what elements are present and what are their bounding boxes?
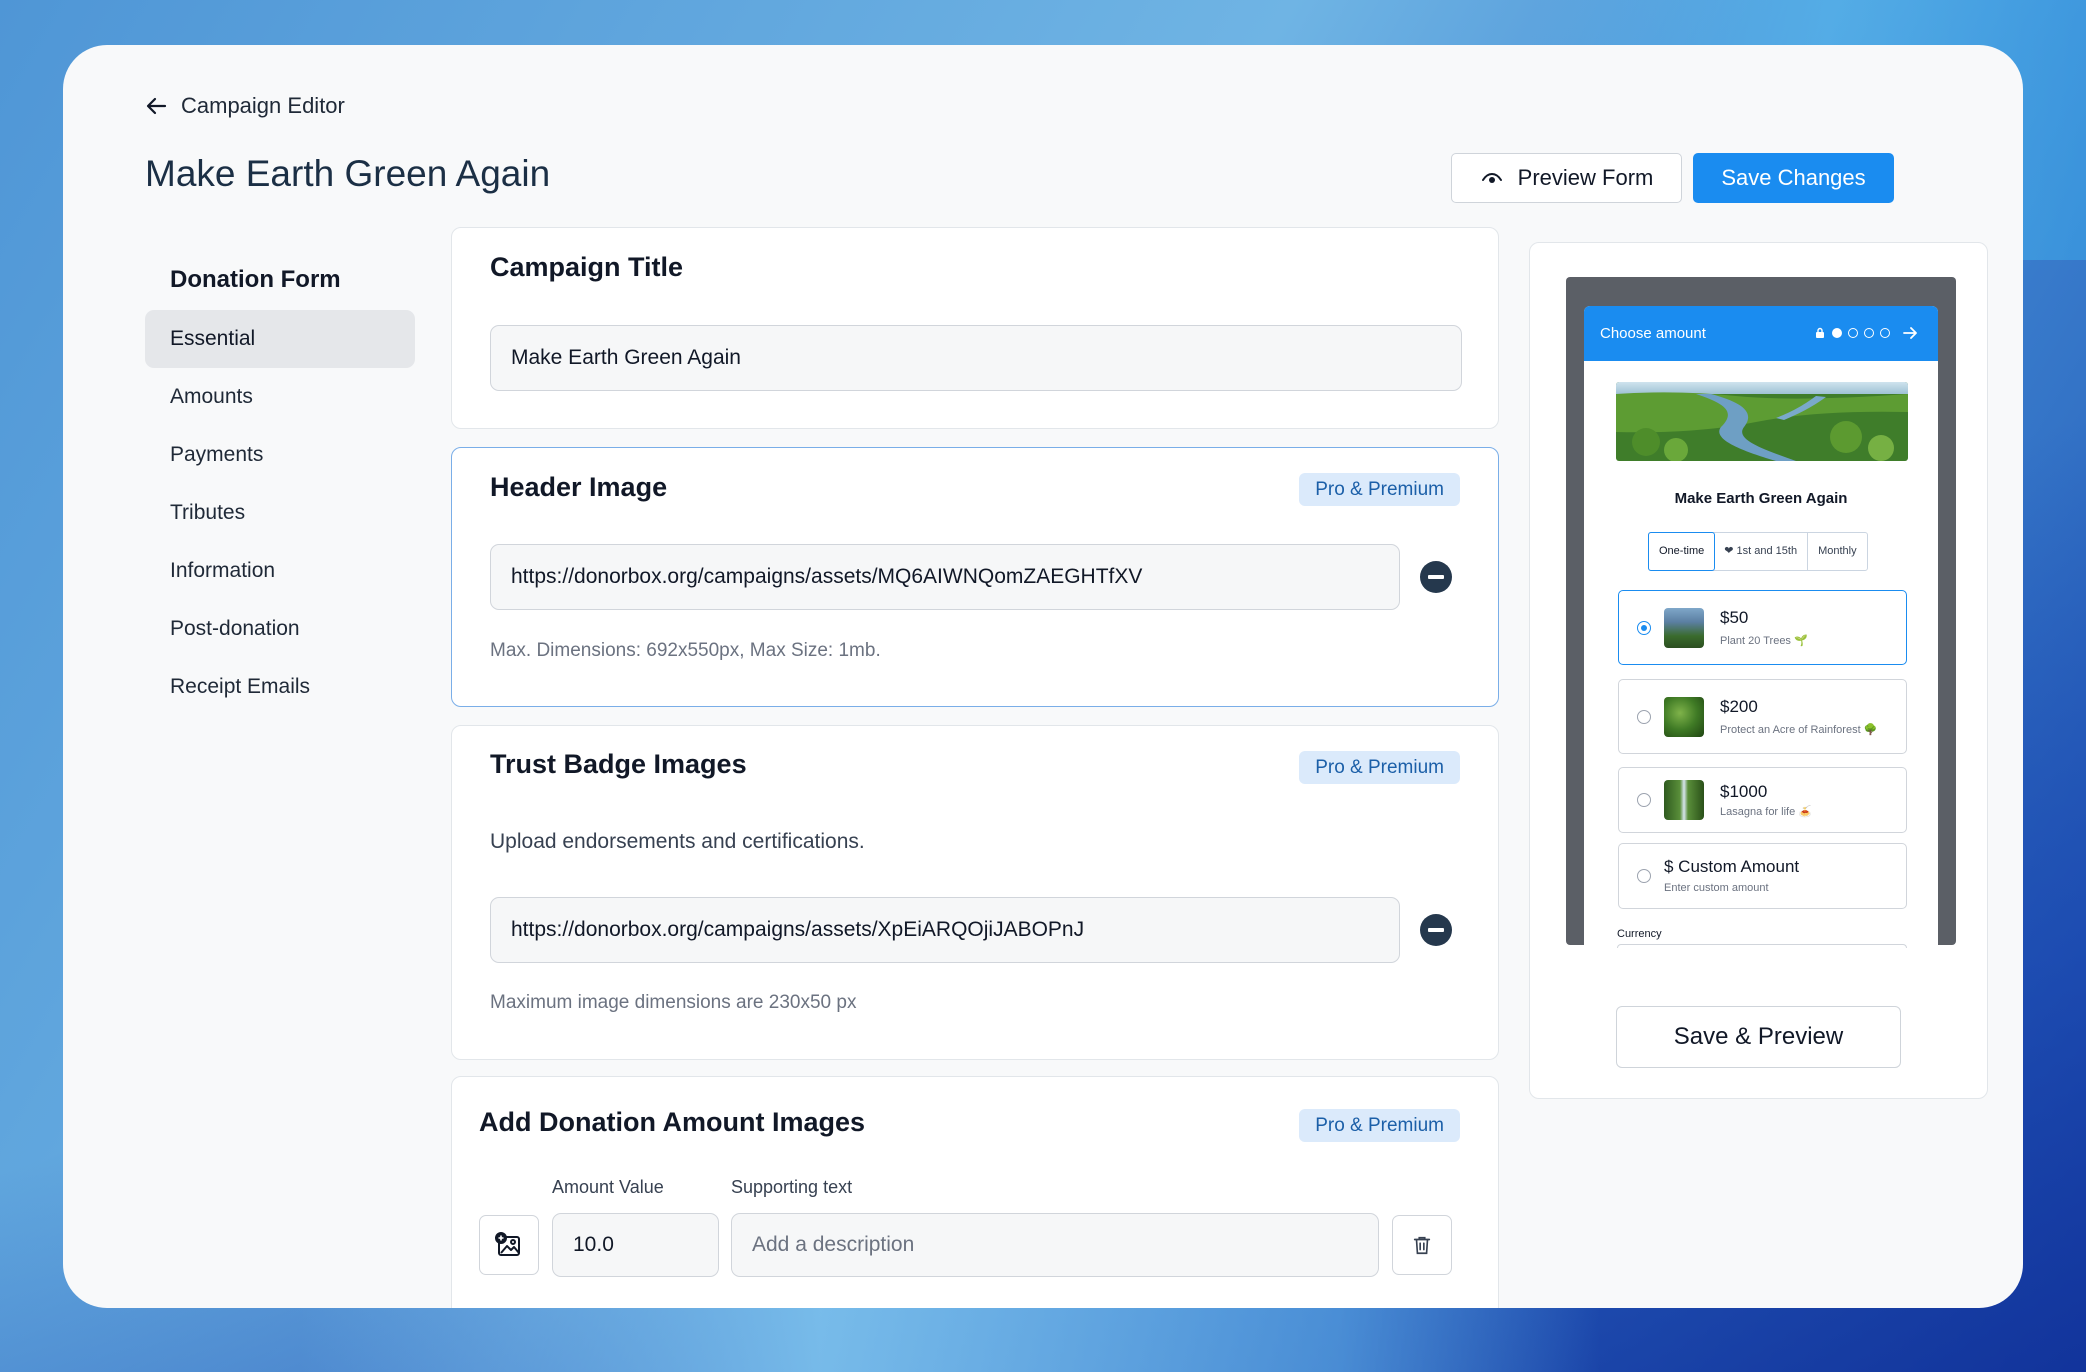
device-frame: Choose amount Make Earth Green Again One… [1566,277,1956,948]
amount-subtext: Plant 20 Trees 🌱 [1720,635,1808,647]
header-image-card: Header Image Pro & Premium https://donor… [451,447,1499,707]
eye-icon [1481,172,1502,183]
amount-radio[interactable] [1637,710,1651,724]
amount-thumbnail [1664,780,1704,820]
amount-images-heading: Add Donation Amount Images [479,1107,865,1137]
back-link[interactable]: Campaign Editor [145,93,345,119]
currency-select[interactable] [1617,944,1907,948]
pro-premium-badge: Pro & Premium [1299,751,1460,784]
trust-badge-hint: Maximum image dimensions are 230x50 px [490,992,857,1013]
save-preview-button[interactable]: Save & Preview [1616,1006,1901,1068]
remove-icon[interactable] [1420,561,1452,593]
form-preview-panel: Choose amount Make Earth Green Again One… [1529,242,1988,1099]
campaign-title-heading: Campaign Title [490,252,684,282]
sidebar: Donation Form Essential Amounts Payments… [145,260,415,716]
trust-badge-heading: Trust Badge Images [490,749,747,779]
sidebar-heading: Donation Form [170,266,341,293]
frequency-one-time[interactable]: One-time [1648,532,1716,571]
sidebar-item-tributes[interactable]: Tributes [145,484,415,542]
frequency-monthly[interactable]: Monthly [1808,533,1867,570]
sidebar-item-information[interactable]: Information [145,542,415,600]
amount-value-input[interactable]: 10.0 [552,1213,719,1277]
header-image-thumbnail [1616,382,1908,461]
step-indicator [1814,325,1918,341]
amount-value-label: Amount Value [552,1177,664,1197]
currency-label: Currency [1617,928,1662,940]
delete-button[interactable] [1392,1215,1452,1275]
campaign-title-input[interactable]: Make Earth Green Again [490,325,1462,391]
frequency-toggle: One-time ❤ 1st and 15th Monthly [1648,532,1868,571]
add-image-icon [495,1232,520,1256]
custom-amount-option[interactable]: $ Custom Amount Enter custom amount [1618,843,1907,909]
step-dot [1832,328,1842,338]
amount-subtext: Protect an Acre of Rainforest 🌳 [1720,724,1878,736]
amount-images-card: Add Donation Amount Images Pro & Premium… [451,1076,1499,1308]
supporting-text-input[interactable]: Add a description [731,1213,1379,1277]
pro-premium-badge: Pro & Premium [1299,1109,1460,1142]
editor-window: Campaign Editor Make Earth Green Again P… [63,45,2023,1308]
amount-subtext: Lasagna for life 🍝 [1720,806,1812,818]
frequency-1st-15th[interactable]: ❤ 1st and 15th [1714,533,1809,570]
amount-value: $50 [1720,608,1749,627]
sidebar-item-essential[interactable]: Essential [145,310,415,368]
amount-value: $200 [1720,697,1758,716]
sidebar-item-receipt-emails[interactable]: Receipt Emails [145,658,415,716]
step-dot [1864,328,1874,338]
custom-amount-subtext: Enter custom amount [1664,882,1769,894]
amount-radio[interactable] [1637,793,1651,807]
page-title: Make Earth Green Again [145,153,551,194]
trash-icon [1413,1236,1431,1255]
amount-radio[interactable] [1637,621,1651,635]
supporting-text-label: Supporting text [731,1177,853,1197]
pro-premium-badge: Pro & Premium [1299,473,1460,506]
amount-radio[interactable] [1637,869,1651,883]
trust-badge-url-input[interactable]: https://donorbox.org/campaigns/assets/Xp… [490,897,1400,963]
preview-header: Choose amount [1584,306,1938,361]
trust-badge-description: Upload endorsements and certifications. [490,830,865,853]
custom-amount-label: $ Custom Amount [1664,857,1800,876]
remove-icon[interactable] [1420,914,1452,946]
sidebar-item-amounts[interactable]: Amounts [145,368,415,426]
save-changes-button[interactable]: Save Changes [1693,153,1894,203]
amount-option[interactable]: $200 Protect an Acre of Rainforest 🌳 [1618,679,1907,754]
step-dot [1848,328,1858,338]
header-image-url-input[interactable]: https://donorbox.org/campaigns/assets/MQ… [490,544,1400,610]
sidebar-item-payments[interactable]: Payments [145,426,415,484]
arrow-right-icon[interactable] [1902,325,1918,341]
amount-option[interactable]: $50 Plant 20 Trees 🌱 [1618,590,1907,665]
add-image-button[interactable] [479,1215,539,1275]
preview-campaign-title: Make Earth Green Again [1674,490,1848,507]
arrow-left-icon [146,97,167,115]
preview-screen: Choose amount Make Earth Green Again One… [1584,306,1938,948]
amount-thumbnail [1664,608,1704,648]
preview-form-button[interactable]: Preview Form [1451,153,1682,203]
amount-option[interactable]: $1000 Lasagna for life 🍝 [1618,767,1907,833]
header-image-hint: Max. Dimensions: 692x550px, Max Size: 1m… [490,640,881,661]
preview-header-label: Choose amount [1600,325,1706,342]
back-label: Campaign Editor [181,93,345,118]
campaign-title-card: Campaign Title Make Earth Green Again [451,227,1499,429]
trust-badge-card: Trust Badge Images Pro & Premium Upload … [451,725,1499,1060]
amount-thumbnail [1664,697,1704,737]
step-dot [1880,328,1890,338]
sidebar-item-post-donation[interactable]: Post-donation [145,600,415,658]
lock-icon [1816,327,1824,338]
header-image-heading: Header Image [490,472,668,502]
preview-form-label: Preview Form [1517,165,1654,190]
amount-value: $1000 [1720,782,1768,801]
